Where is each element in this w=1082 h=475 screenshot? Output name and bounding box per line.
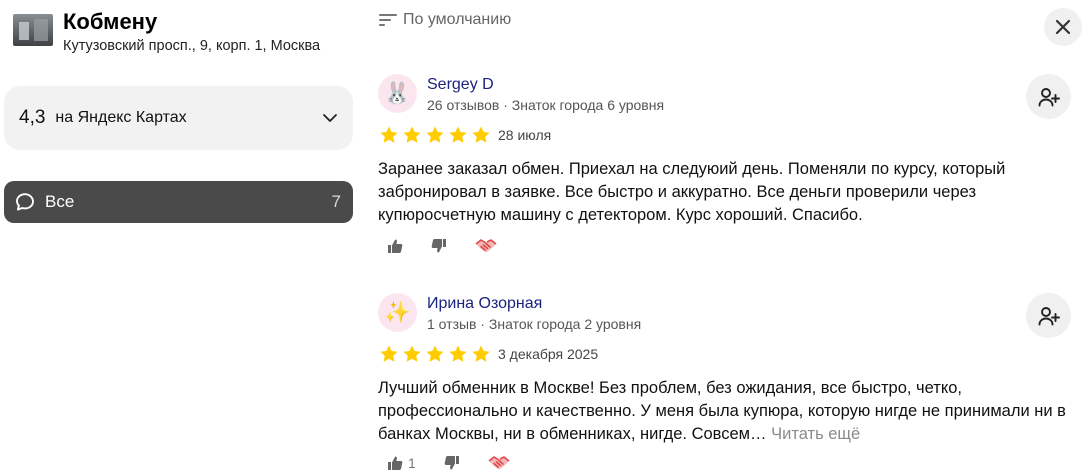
subscribe-button[interactable] (1026, 74, 1071, 119)
avatar[interactable]: 🐰 (378, 74, 417, 113)
organization-name[interactable]: Кобмену (63, 8, 157, 36)
read-more-link[interactable]: Читать ещё (771, 425, 860, 443)
thumbs-down-icon (431, 239, 446, 253)
filter-all-reviews[interactable]: Все 7 (4, 181, 353, 223)
filter-count: 7 (331, 192, 341, 211)
rating-value: 4,3 (19, 107, 46, 128)
thumbs-up-icon (388, 239, 403, 253)
rating-source: на Яндекс Картах (55, 109, 187, 126)
rating-stars (379, 344, 491, 364)
thumbs-up-icon (388, 456, 403, 470)
reviews-panel: Кобмену Кутузовский просп., 9, корп. 1, … (0, 0, 1082, 475)
star-icon (380, 126, 398, 143)
star-icon (472, 126, 490, 143)
star-icon (449, 345, 467, 362)
author-name[interactable]: Sergey D (427, 75, 494, 95)
add-user-icon (1038, 306, 1060, 325)
review-date: 28 июля (498, 127, 552, 143)
review-text-body: Лучший обменник в Москве! Без проблем, б… (378, 379, 1066, 443)
like-count: 1 (408, 455, 416, 471)
sort-label: По умолчанию (403, 11, 512, 28)
speech-bubble-icon (16, 193, 34, 211)
close-button[interactable] (1044, 8, 1082, 46)
star-icon (449, 126, 467, 143)
handshake-button[interactable] (488, 455, 510, 471)
sort-lines-icon (379, 14, 397, 26)
review-date: 3 декабря 2025 (498, 346, 599, 362)
star-icon (426, 126, 444, 143)
like-button[interactable] (387, 238, 403, 254)
dislike-button[interactable] (444, 455, 460, 471)
star-icon (403, 345, 421, 362)
review-card: ✨ Ирина Озорная 1 отзыв · Знаток города … (378, 293, 1078, 475)
review-text: Заранее заказал обмен. Приехал на следую… (378, 160, 1006, 224)
like-button[interactable]: 1 (387, 455, 416, 471)
author-meta: 1 отзыв · Знаток города 2 уровня (427, 316, 642, 332)
close-icon (1055, 19, 1071, 35)
review-text: Лучший обменник в Москве! Без проблем, б… (378, 377, 1068, 446)
handshake-icon (475, 239, 497, 252)
star-icon (380, 345, 398, 362)
review-card: 🐰 Sergey D 26 отзывов · Знаток города 6 … (378, 74, 1078, 264)
sort-dropdown[interactable]: По умолчанию (378, 9, 511, 31)
review-actions (387, 238, 525, 254)
star-icon (426, 345, 444, 362)
author-meta: 26 отзывов · Знаток города 6 уровня (427, 97, 665, 113)
organization-address: Кутузовский просп., 9, корп. 1, Москва (63, 38, 321, 54)
dislike-button[interactable] (431, 238, 447, 254)
star-icon (403, 126, 421, 143)
chevron-down-icon (323, 114, 337, 122)
handshake-button[interactable] (475, 238, 497, 254)
review-actions: 1 (387, 455, 538, 471)
star-icon (472, 345, 490, 362)
organization-photo[interactable] (13, 14, 53, 46)
filter-label: Все (45, 192, 75, 211)
subscribe-button[interactable] (1026, 293, 1071, 338)
rating-stars (379, 125, 491, 145)
handshake-icon (488, 456, 510, 469)
thumbs-down-icon (444, 456, 459, 470)
avatar[interactable]: ✨ (378, 293, 417, 332)
author-name[interactable]: Ирина Озорная (427, 294, 542, 314)
add-user-icon (1038, 87, 1060, 106)
rating-summary-toggle[interactable]: 4,3 на Яндекс Картах (4, 86, 353, 150)
